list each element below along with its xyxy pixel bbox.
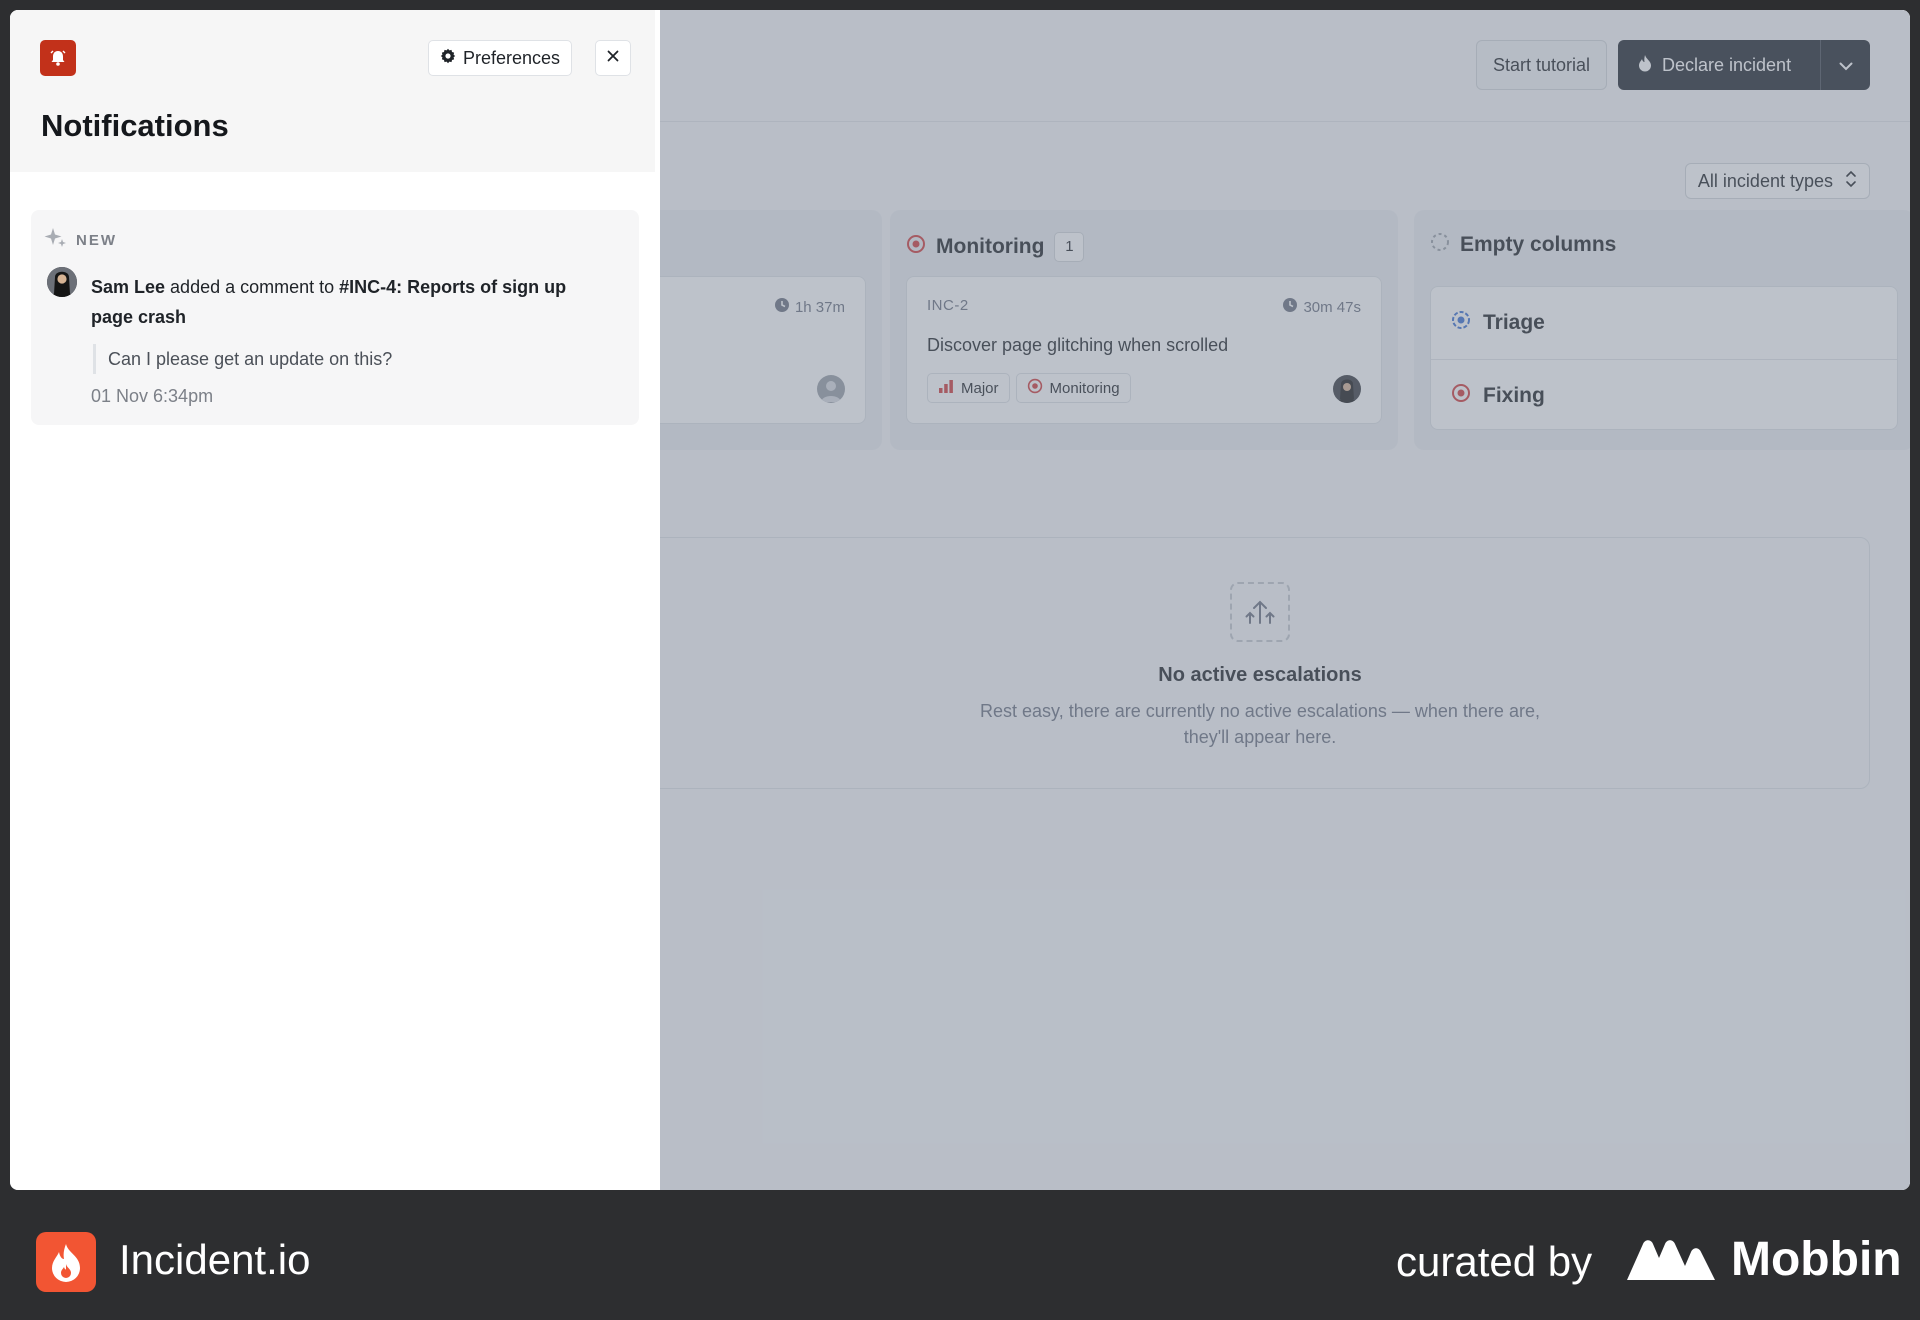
- notification-timestamp: 01 Nov 6:34pm: [91, 386, 214, 406]
- new-indicator: NEW: [44, 226, 117, 255]
- notification-user[interactable]: Sam Lee: [91, 277, 165, 297]
- app-window: Start tutorial Declare incident All inci…: [10, 10, 1910, 1190]
- sparkle-icon: [44, 226, 68, 255]
- notifications-header: Preferences Notifications: [10, 10, 655, 172]
- mobbin-wordmark: Mobbin: [1731, 1233, 1902, 1286]
- avatar: [47, 267, 77, 297]
- notifications-panel: Preferences Notifications NEW Sam Lee ad…: [10, 10, 660, 1190]
- curated-by-label: curated by: [1396, 1238, 1593, 1285]
- close-icon: [607, 49, 619, 67]
- brand-name: Incident.io: [119, 1236, 311, 1283]
- preferences-button[interactable]: Preferences: [428, 40, 573, 76]
- gear-icon: [440, 48, 456, 69]
- close-button[interactable]: [595, 40, 631, 76]
- mobbin-logo-icon: [1627, 1238, 1715, 1285]
- preferences-label: Preferences: [463, 47, 561, 68]
- notification-message: Sam Lee added a comment to #INC-4: Repor…: [91, 272, 611, 332]
- incident-logo-icon: [36, 1232, 96, 1292]
- bell-icon: [40, 40, 76, 76]
- notification-quote: Can I please get an update on this?: [93, 344, 392, 374]
- notification-action: added a comment to: [165, 277, 340, 297]
- notification-item[interactable]: NEW Sam Lee added a comment to #INC-4: R…: [31, 210, 639, 425]
- new-label: NEW: [76, 232, 117, 249]
- footer: Incident.io curated by Mobbin: [0, 1190, 1920, 1320]
- page-title: Notifications: [41, 108, 229, 143]
